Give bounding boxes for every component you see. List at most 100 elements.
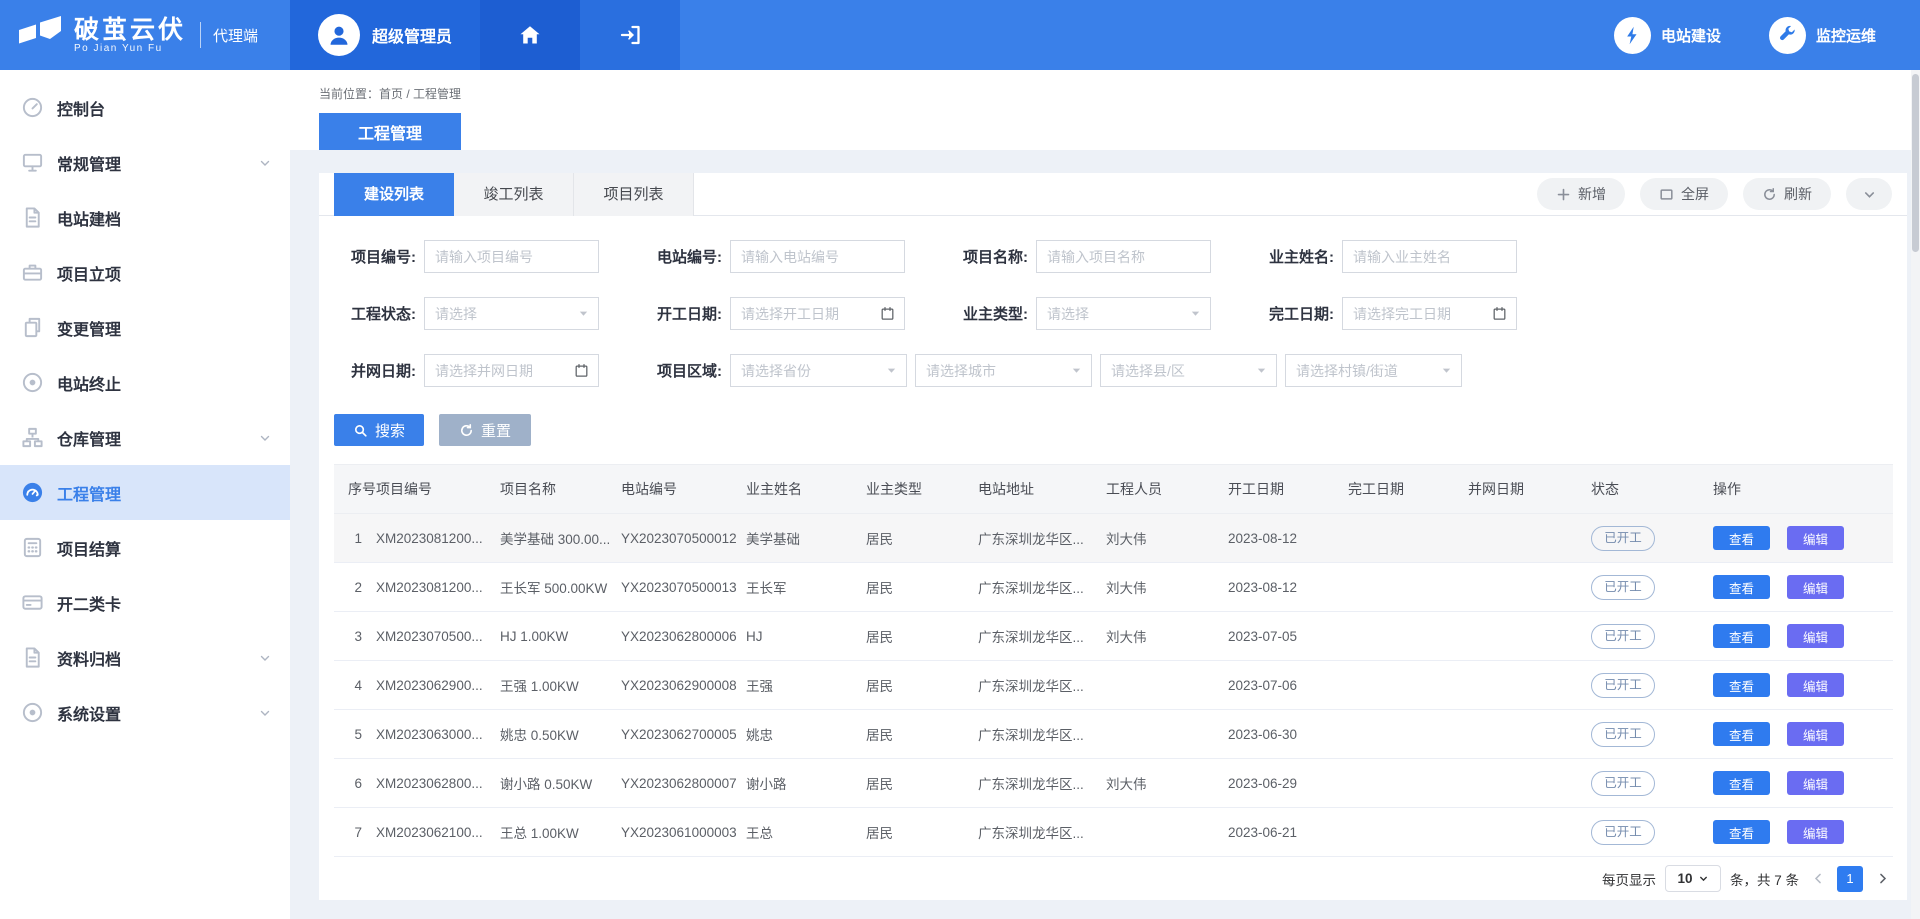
user-name: 超级管理员 <box>372 23 452 47</box>
tab-completion-list[interactable]: 竣工列表 <box>454 173 574 216</box>
table-row: 1 XM2023081200... 美学基础 300.00... YX20230… <box>334 514 1893 563</box>
search-button[interactable]: 搜索 <box>334 414 424 446</box>
sidebar-item-label: 仓库管理 <box>57 426 121 450</box>
view-button[interactable]: 查看 <box>1713 722 1770 746</box>
next-page-button[interactable] <box>1872 866 1892 892</box>
filter-label: 项目编号: <box>334 246 424 267</box>
county-select[interactable]: 请选择县/区 <box>1100 354 1277 387</box>
cell-station-no: YX2023062700005 <box>614 710 739 759</box>
scrollbar-thumb[interactable] <box>1912 74 1919 252</box>
sidebar-item-data-archive[interactable]: 资料归档 <box>0 630 290 685</box>
cell-project-no: XM2023062800... <box>369 759 493 808</box>
fullscreen-button[interactable]: 全屏 <box>1640 178 1728 210</box>
status-badge: 已开工 <box>1591 624 1655 649</box>
edit-button[interactable]: 编辑 <box>1787 526 1844 550</box>
cell-project-name: 美学基础 300.00... <box>493 514 614 563</box>
col-no: 序号 <box>334 465 369 514</box>
work-status-select[interactable]: 请选择 <box>424 297 599 330</box>
province-select[interactable]: 请选择省份 <box>730 354 907 387</box>
grid-date-picker[interactable]: 请选择并网日期 <box>424 354 599 387</box>
date-placeholder: 请选择完工日期 <box>1353 304 1451 324</box>
view-button[interactable]: 查看 <box>1713 820 1770 844</box>
sidebar-item-change-mgmt[interactable]: 变更管理 <box>0 300 290 355</box>
lightning-icon <box>1614 17 1651 54</box>
brand-text: 破茧云伏 Po Jian Yun Fu <box>74 17 186 54</box>
calendar-icon <box>880 306 895 321</box>
cell-start-date: 2023-08-12 <box>1221 514 1341 563</box>
col-engineer: 工程人员 <box>1099 465 1221 514</box>
start-date-picker[interactable]: 请选择开工日期 <box>730 297 905 330</box>
view-button[interactable]: 查看 <box>1713 575 1770 599</box>
cell-project-name: 谢小路 0.50KW <box>493 759 614 808</box>
sidebar-item-engineering-mgmt[interactable]: 工程管理 <box>0 465 290 520</box>
refresh-button[interactable]: 刷新 <box>1743 178 1831 210</box>
cell-address: 广东深圳龙华区... <box>971 661 1099 710</box>
sidebar-item-general-mgmt[interactable]: 常规管理 <box>0 135 290 190</box>
view-button[interactable]: 查看 <box>1713 771 1770 795</box>
cell-no: 4 <box>334 661 369 710</box>
view-button[interactable]: 查看 <box>1713 624 1770 648</box>
tab-project-list[interactable]: 项目列表 <box>574 173 694 216</box>
cell-no: 7 <box>334 808 369 857</box>
finish-date-picker[interactable]: 请选择完工日期 <box>1342 297 1517 330</box>
add-button[interactable]: 新增 <box>1537 178 1625 210</box>
search-button-label: 搜索 <box>375 420 405 441</box>
cell-grid-date <box>1461 710 1584 759</box>
owner-type-select[interactable]: 请选择 <box>1036 297 1211 330</box>
cell-finish-date <box>1341 563 1461 612</box>
sidebar-item-station-archive[interactable]: 电站建档 <box>0 190 290 245</box>
edit-button[interactable]: 编辑 <box>1787 624 1844 648</box>
tab-build-list[interactable]: 建设列表 <box>334 173 454 216</box>
project-no-input[interactable] <box>424 240 599 273</box>
per-page-select[interactable]: 10 <box>1665 865 1721 892</box>
sidebar-item-project-approval[interactable]: 项目立项 <box>0 245 290 300</box>
town-select[interactable]: 请选择村镇/街道 <box>1285 354 1462 387</box>
edit-button[interactable]: 编辑 <box>1787 722 1844 746</box>
select-placeholder: 请选择 <box>435 304 477 324</box>
filter-label: 项目区域: <box>640 360 730 381</box>
per-page-value: 10 <box>1677 871 1692 886</box>
user-menu[interactable]: 超级管理员 <box>290 0 480 70</box>
sidebar-item-project-settlement[interactable]: 项目结算 <box>0 520 290 575</box>
caret-down-icon <box>886 365 897 376</box>
filter-grid-date: 并网日期: 请选择并网日期 <box>334 354 640 387</box>
sidebar-item-dashboard[interactable]: 控制台 <box>0 80 290 135</box>
reset-button[interactable]: 重置 <box>439 414 531 446</box>
total-count-label: 条，共 7 条 <box>1730 869 1799 889</box>
edit-button[interactable]: 编辑 <box>1787 575 1844 599</box>
logout-button[interactable] <box>580 0 680 70</box>
sidebar-item-label: 系统设置 <box>57 701 121 725</box>
filter-project-name: 项目名称: <box>946 240 1252 273</box>
status-badge: 已开工 <box>1591 526 1655 551</box>
project-name-input[interactable] <box>1036 240 1211 273</box>
filter-row-3: 并网日期: 请选择并网日期 项目区域: 请选择省份 <box>334 354 1892 387</box>
table-row: 7 XM2023062100... 王总 1.00KW YX2023061000… <box>334 808 1893 857</box>
owner-name-input[interactable] <box>1342 240 1517 273</box>
view-button[interactable]: 查看 <box>1713 526 1770 550</box>
cell-station-no: YX2023070500013 <box>614 563 739 612</box>
sidebar-item-system-settings[interactable]: 系统设置 <box>0 685 290 740</box>
select-placeholder: 请选择村镇/街道 <box>1296 361 1398 381</box>
sidebar-item-station-terminate[interactable]: 电站终止 <box>0 355 290 410</box>
prev-page-button[interactable] <box>1808 866 1828 892</box>
view-button[interactable]: 查看 <box>1713 673 1770 697</box>
page-title-tab[interactable]: 工程管理 <box>319 113 461 150</box>
page-number-button[interactable]: 1 <box>1837 866 1863 892</box>
filter-label: 业主姓名: <box>1252 246 1342 267</box>
nav-station-build[interactable]: 电站建设 <box>1614 17 1721 54</box>
cell-start-date: 2023-06-29 <box>1221 759 1341 808</box>
edit-button[interactable]: 编辑 <box>1787 771 1844 795</box>
edit-button[interactable]: 编辑 <box>1787 820 1844 844</box>
city-select[interactable]: 请选择城市 <box>915 354 1092 387</box>
edit-button[interactable]: 编辑 <box>1787 673 1844 697</box>
nav-monitor-ops[interactable]: 监控运维 <box>1769 17 1876 54</box>
sidebar-item-type2-card[interactable]: 开二类卡 <box>0 575 290 630</box>
caret-down-icon <box>1256 365 1267 376</box>
cell-owner-type: 居民 <box>859 808 971 857</box>
collapse-toolbar-button[interactable] <box>1846 178 1892 210</box>
station-no-input[interactable] <box>730 240 905 273</box>
home-button[interactable] <box>480 0 580 70</box>
reset-button-label: 重置 <box>481 420 511 441</box>
sidebar-item-warehouse-mgmt[interactable]: 仓库管理 <box>0 410 290 465</box>
col-finish-date: 完工日期 <box>1341 465 1461 514</box>
